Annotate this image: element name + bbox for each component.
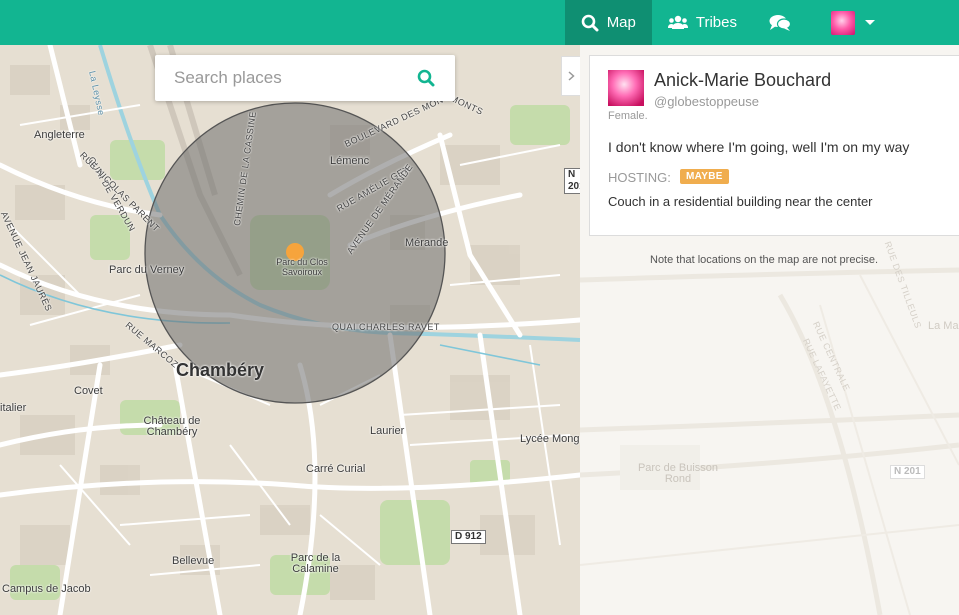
place-label: Lycée Monge bbox=[520, 433, 580, 445]
profile-tagline: I don't know where I'm going, well I'm o… bbox=[608, 139, 910, 155]
place-label: Carré Curial bbox=[306, 463, 366, 475]
place-label: italier bbox=[0, 402, 27, 414]
hosting-description: Couch in a residential building near the… bbox=[608, 194, 873, 209]
profile-card: Anick-Marie Bouchard @globestoppeuse Fem… bbox=[589, 55, 959, 236]
search-icon bbox=[417, 69, 435, 87]
nav-menu: Map Tribes bbox=[564, 0, 959, 45]
place-label: Covet bbox=[74, 385, 103, 397]
search-box bbox=[155, 55, 455, 101]
profile-gender: Female. bbox=[608, 110, 648, 122]
map-tiles bbox=[0, 45, 580, 615]
map-view[interactable]: Chambéry Lémenc Mérande Parc du Clos Sav… bbox=[0, 45, 580, 615]
collapse-panel-button[interactable] bbox=[561, 56, 580, 96]
chevron-right-icon bbox=[568, 71, 575, 81]
hosting-label: HOSTING: bbox=[608, 170, 671, 185]
city-label: Chambéry bbox=[176, 360, 265, 380]
nav-item-label: Map bbox=[606, 14, 636, 31]
place-label: Parc du Clos Savoiroux bbox=[276, 257, 328, 277]
road-shield: N 201 bbox=[564, 168, 580, 194]
road-shield: D 912 bbox=[451, 530, 486, 544]
road-shield: N 201 bbox=[890, 465, 925, 479]
chevron-down-icon bbox=[865, 20, 875, 25]
place-label: Angleterre bbox=[34, 129, 85, 141]
top-navbar: Map Tribes bbox=[0, 0, 959, 45]
place-label: Parc du Verney bbox=[109, 264, 185, 276]
search-input[interactable] bbox=[172, 67, 416, 89]
place-label: Bellevue bbox=[172, 555, 215, 567]
profile-username: @globestoppeuse bbox=[654, 94, 759, 109]
avatar[interactable] bbox=[608, 70, 644, 106]
place-label: Parc de la Calamine bbox=[290, 552, 341, 575]
place-label: Campus de Jacob bbox=[2, 583, 91, 595]
chat-bubbles-icon bbox=[769, 14, 791, 31]
place-label: Lémenc bbox=[330, 155, 370, 167]
search-icon bbox=[581, 14, 599, 31]
place-label: Mérande bbox=[405, 237, 449, 249]
search-button[interactable] bbox=[417, 69, 435, 92]
nav-item-label: Tribes bbox=[695, 14, 737, 31]
map-precision-note: Note that locations on the map are not p… bbox=[650, 254, 879, 266]
status-badge: MAYBE bbox=[680, 169, 729, 184]
nav-user-menu[interactable] bbox=[815, 0, 959, 45]
place-label: Château de Chambéry bbox=[143, 415, 201, 438]
road-label: QUAI CHARLES RAVET bbox=[332, 322, 440, 332]
avatar bbox=[831, 10, 855, 35]
nav-item-map[interactable]: Map bbox=[564, 0, 652, 45]
place-label: La Ma bbox=[928, 320, 959, 332]
profile-name[interactable]: Anick-Marie Bouchard bbox=[654, 70, 831, 91]
place-label: Parc de Buisson Rond bbox=[637, 462, 719, 485]
nav-item-tribes[interactable]: Tribes bbox=[652, 0, 753, 45]
place-label: Laurier bbox=[370, 425, 405, 437]
users-icon bbox=[667, 15, 688, 29]
nav-item-messages[interactable] bbox=[753, 0, 815, 45]
